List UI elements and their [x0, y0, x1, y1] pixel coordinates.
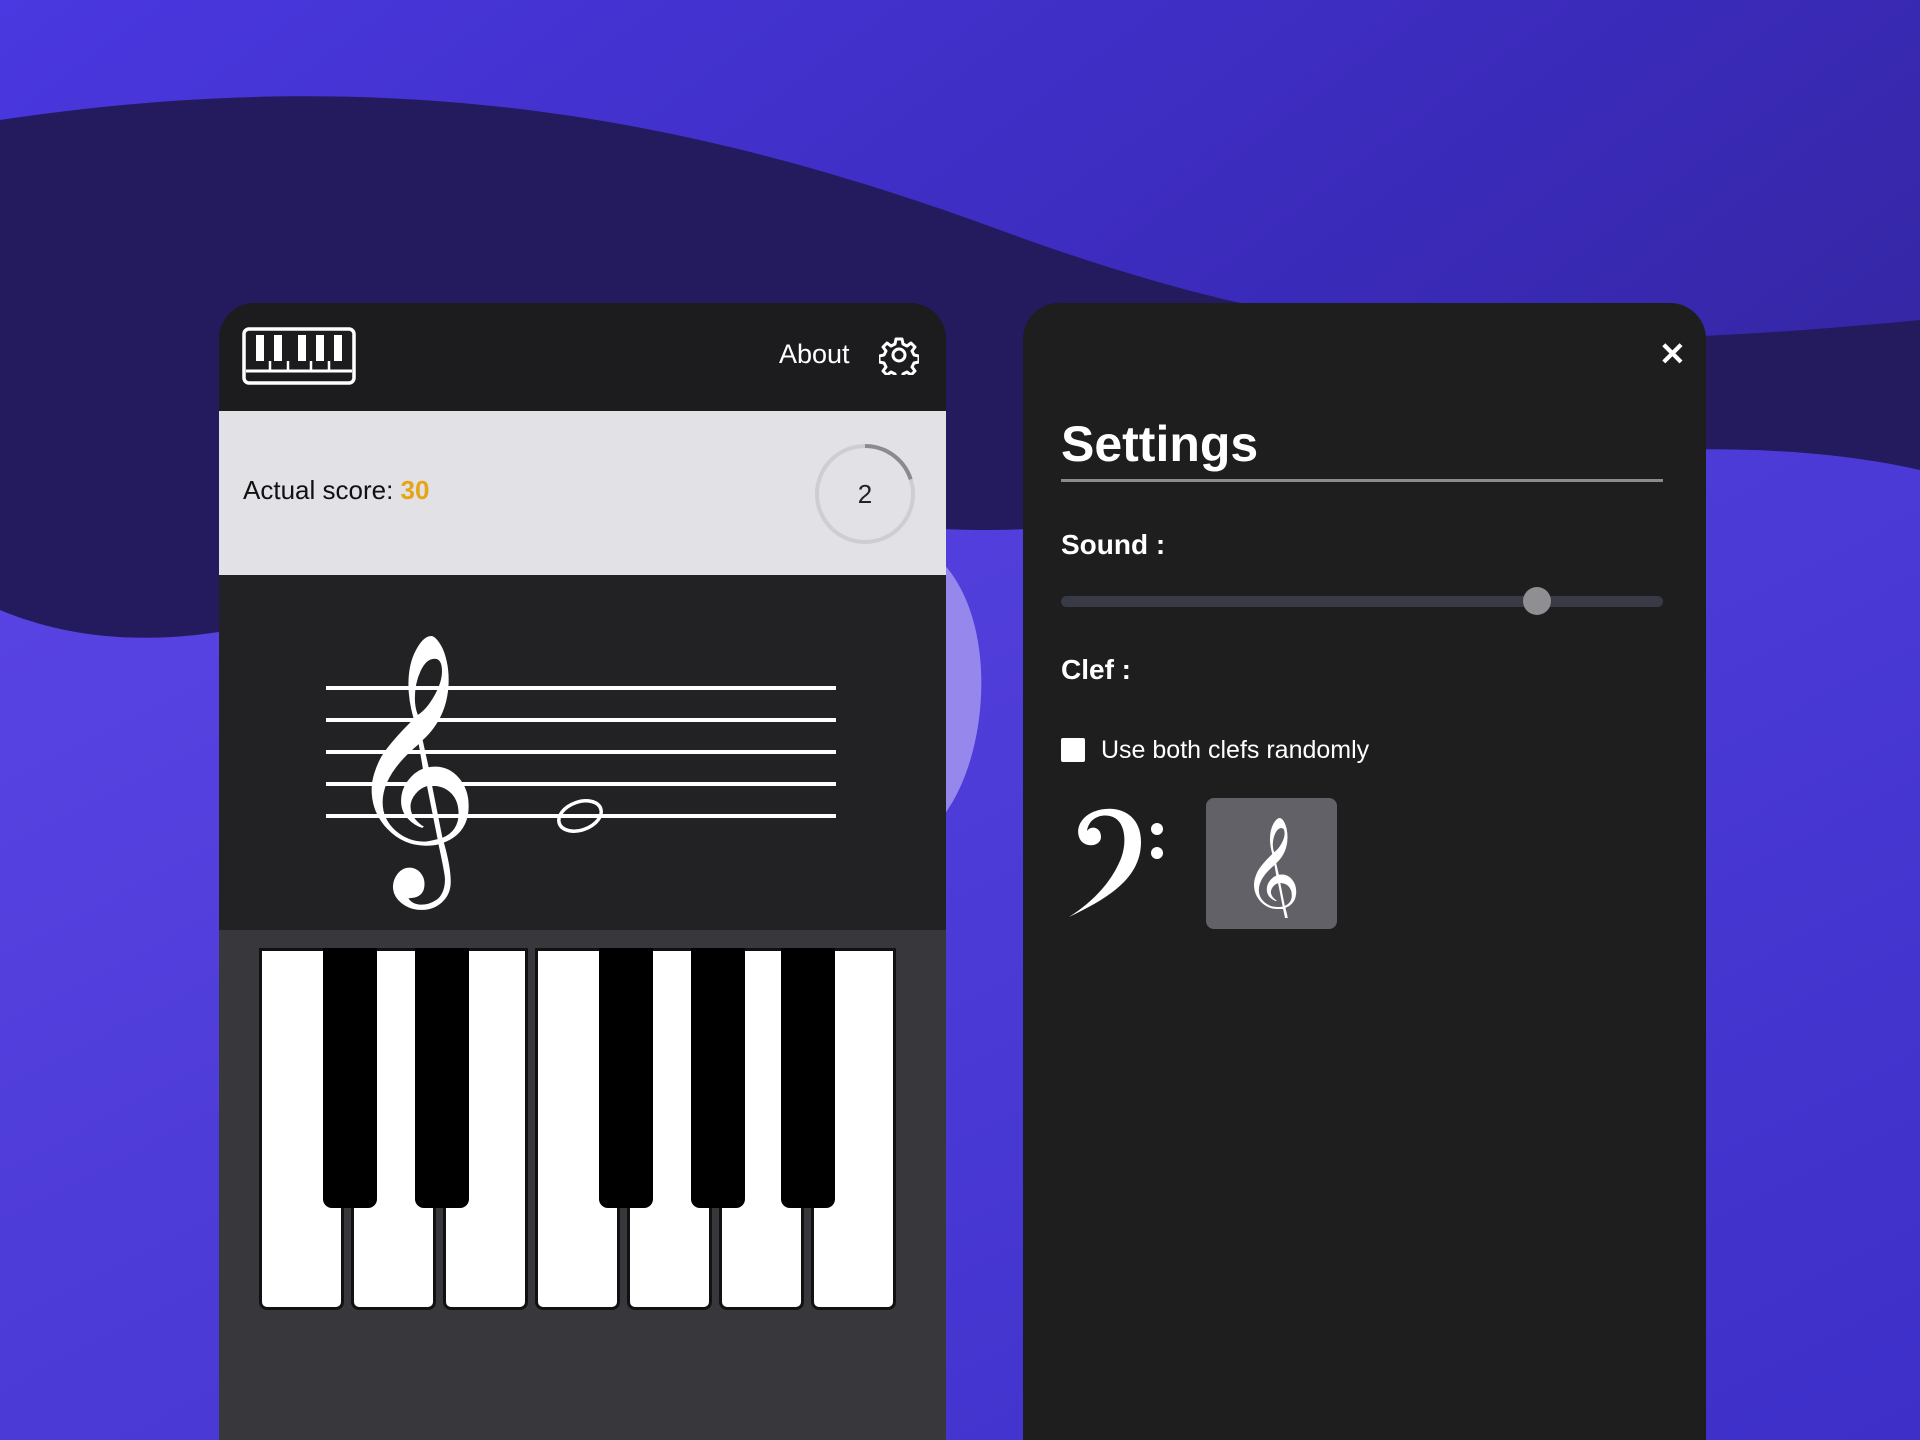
- piano-logo-icon[interactable]: [242, 327, 356, 385]
- bass-clef-option[interactable]: [1061, 797, 1173, 925]
- black-key[interactable]: [691, 948, 745, 1208]
- settings-title: Settings: [1061, 416, 1259, 472]
- score-label: Actual score:: [243, 475, 401, 505]
- sound-slider-thumb[interactable]: [1522, 587, 1551, 615]
- sound-label: Sound :: [1061, 529, 1166, 560]
- treble-clef-icon: 𝄞: [1242, 815, 1301, 918]
- treble-clef-icon: 𝄞: [344, 631, 480, 910]
- staff-area: 𝄞: [219, 575, 946, 930]
- svg-text:𝄞: 𝄞: [1242, 815, 1301, 918]
- score-bar: Actual score: 30 2: [219, 411, 946, 575]
- piano-keyboard: [259, 948, 904, 1316]
- countdown-value: 2: [857, 478, 873, 509]
- score-value: 30: [400, 475, 430, 505]
- black-key[interactable]: [781, 948, 835, 1208]
- black-key[interactable]: [599, 948, 653, 1208]
- top-bar: About: [219, 303, 946, 409]
- black-key[interactable]: [323, 948, 377, 1208]
- keyboard-area: [219, 930, 946, 1440]
- gear-icon[interactable]: [879, 335, 919, 375]
- title-divider: [1061, 479, 1663, 482]
- sound-slider[interactable]: [1061, 596, 1663, 607]
- close-button[interactable]: ✕: [1659, 335, 1686, 373]
- treble-clef-option[interactable]: 𝄞: [1206, 798, 1337, 929]
- settings-panel: ✕ Settings Sound : Clef : Use both clefs…: [1023, 303, 1706, 1440]
- score-display: Actual score: 30: [243, 475, 429, 506]
- clef-label: Clef :: [1061, 654, 1131, 685]
- random-clefs-label[interactable]: Use both clefs randomly: [1101, 736, 1369, 765]
- bass-clef-icon: [1069, 808, 1141, 917]
- music-staff: 𝄞: [326, 631, 836, 910]
- random-clefs-checkbox[interactable]: [1061, 738, 1085, 762]
- piano-app-window: About Actual score: 30 2 𝄞: [219, 303, 946, 1440]
- about-link[interactable]: About: [779, 339, 850, 370]
- black-key[interactable]: [415, 948, 469, 1208]
